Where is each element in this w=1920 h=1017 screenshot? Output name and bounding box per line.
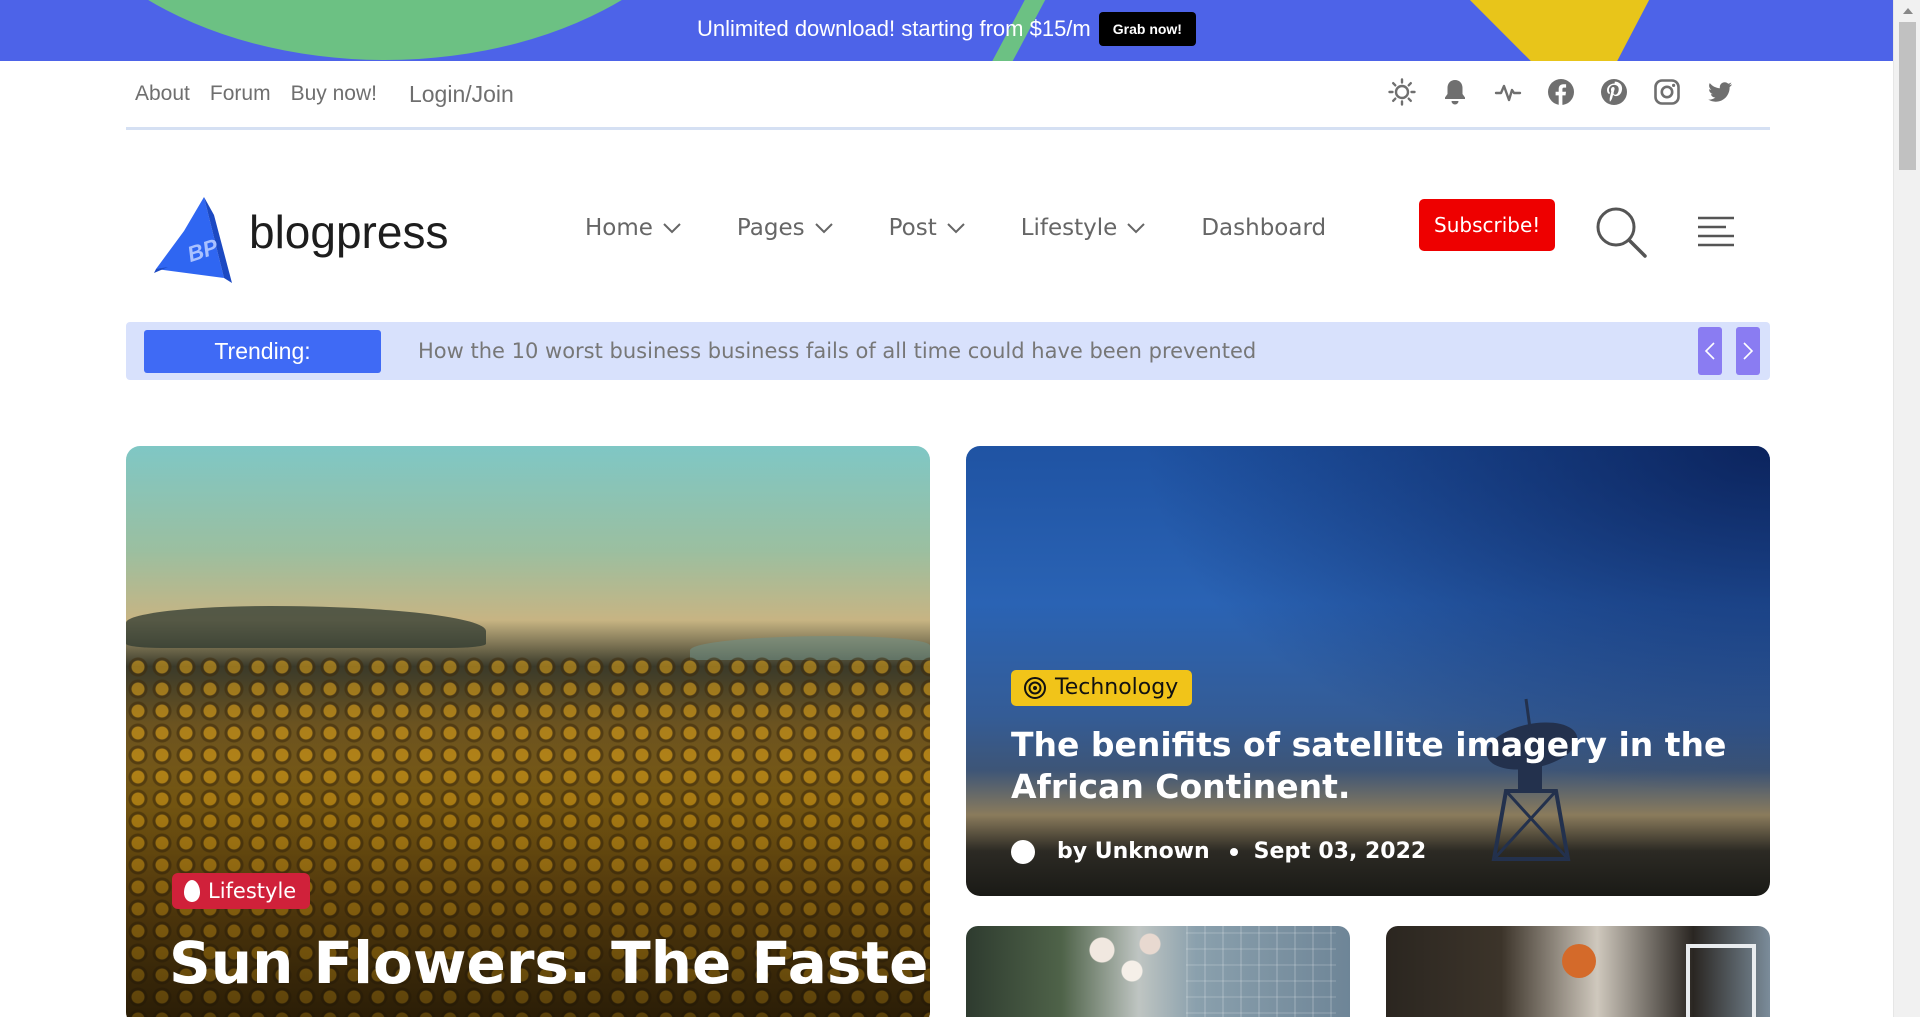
card-image-building xyxy=(1186,926,1336,1017)
blogpress-logo[interactable]: BP xyxy=(154,195,238,283)
post-date: Sept 03, 2022 xyxy=(1253,839,1427,864)
nav-item-pages[interactable]: Pages xyxy=(737,215,833,241)
category-badge-technology[interactable]: Technology xyxy=(1011,670,1193,706)
scroll-thumb[interactable] xyxy=(1899,22,1916,170)
chevron-down-icon xyxy=(947,223,965,234)
menu-icon[interactable] xyxy=(1696,215,1736,249)
nav-label-home: Home xyxy=(585,215,653,241)
scroll-up-arrow[interactable] xyxy=(1903,8,1913,14)
subscribe-button[interactable]: Subscribe! xyxy=(1419,199,1556,251)
post-meta: by Unknown Sept 03, 2022 xyxy=(1011,839,1426,864)
nav-item-post[interactable]: Post xyxy=(889,215,965,241)
featured-post-technology[interactable]: Technology The benifits of satellite ima… xyxy=(966,446,1770,896)
site-header: BP blogpress Home Pages Post Lifestyle D… xyxy=(126,185,1770,283)
brand-name[interactable]: blogpress xyxy=(249,205,448,259)
promo-text: Unlimited download! starting from $15/m xyxy=(697,16,1091,41)
card-image-basketball xyxy=(1562,944,1596,978)
page-scrollbar[interactable] xyxy=(1893,0,1920,1017)
activity-icon[interactable] xyxy=(1493,77,1523,107)
egg-icon xyxy=(184,880,200,902)
top-bar: About Forum Buy now! Login/Join xyxy=(126,61,1770,130)
pinterest-icon[interactable] xyxy=(1599,77,1629,107)
post-title[interactable]: The benifits of satellite imagery in the… xyxy=(1011,724,1731,808)
card-image-flowers xyxy=(1066,926,1186,986)
author-avatar xyxy=(1011,839,1035,864)
nav-label-dashboard: Dashboard xyxy=(1201,215,1327,241)
top-link-about[interactable]: About xyxy=(135,82,190,106)
nav-label-lifestyle: Lifestyle xyxy=(1020,215,1118,241)
category-label: Lifestyle xyxy=(208,879,297,903)
top-link-buy-now[interactable]: Buy now! xyxy=(291,82,377,106)
chevron-down-icon xyxy=(814,223,833,234)
twitter-icon[interactable] xyxy=(1705,77,1735,107)
chevron-right-icon xyxy=(1743,342,1754,360)
category-badge-lifestyle[interactable]: Lifestyle xyxy=(172,873,311,909)
trending-bar: Trending: How the 10 worst business busi… xyxy=(126,322,1770,380)
featured-post-lifestyle[interactable]: Lifestyle Sun Flowers. The Fastest xyxy=(126,446,930,1017)
nav-label-post: Post xyxy=(888,215,937,241)
top-link-forum[interactable]: Forum xyxy=(210,82,271,106)
post-title[interactable]: Sun Flowers. The Fastest xyxy=(169,929,930,997)
meta-separator xyxy=(1229,847,1238,856)
card-image-hoop xyxy=(1686,944,1756,1017)
category-label: Technology xyxy=(1055,675,1179,700)
chevron-left-icon xyxy=(1704,342,1715,360)
chevron-down-icon xyxy=(1127,223,1146,234)
post-author[interactable]: by Unknown xyxy=(1057,839,1210,864)
top-icons xyxy=(1387,77,1735,107)
facebook-icon[interactable] xyxy=(1546,77,1576,107)
nav-item-dashboard[interactable]: Dashboard xyxy=(1201,215,1326,241)
grab-now-button[interactable]: Grab now! xyxy=(1098,12,1196,46)
top-links: About Forum Buy now! Login/Join xyxy=(126,81,534,108)
nav-label-pages: Pages xyxy=(736,215,805,241)
chevron-down-icon xyxy=(663,223,681,234)
login-join-link[interactable]: Login/Join xyxy=(409,81,514,108)
post-card-small[interactable] xyxy=(1386,926,1770,1017)
trending-next-button[interactable] xyxy=(1736,327,1760,375)
search-icon[interactable] xyxy=(1594,205,1648,259)
nav-item-lifestyle[interactable]: Lifestyle xyxy=(1021,215,1146,241)
promo-banner: Unlimited download! starting from $15/m … xyxy=(0,0,1893,61)
sun-icon[interactable] xyxy=(1387,77,1417,107)
target-icon xyxy=(1024,676,1046,699)
post-card-small[interactable] xyxy=(966,926,1350,1017)
trending-headline[interactable]: How the 10 worst business business fails… xyxy=(418,339,1256,363)
card-image-treeline xyxy=(126,606,486,648)
nav-item-home[interactable]: Home xyxy=(585,215,681,241)
trending-prev-button[interactable] xyxy=(1698,327,1722,375)
bell-icon[interactable] xyxy=(1440,77,1470,107)
trending-label: Trending: xyxy=(144,330,381,373)
instagram-icon[interactable] xyxy=(1652,77,1682,107)
main-nav: Home Pages Post Lifestyle Dashboard xyxy=(585,215,1326,241)
